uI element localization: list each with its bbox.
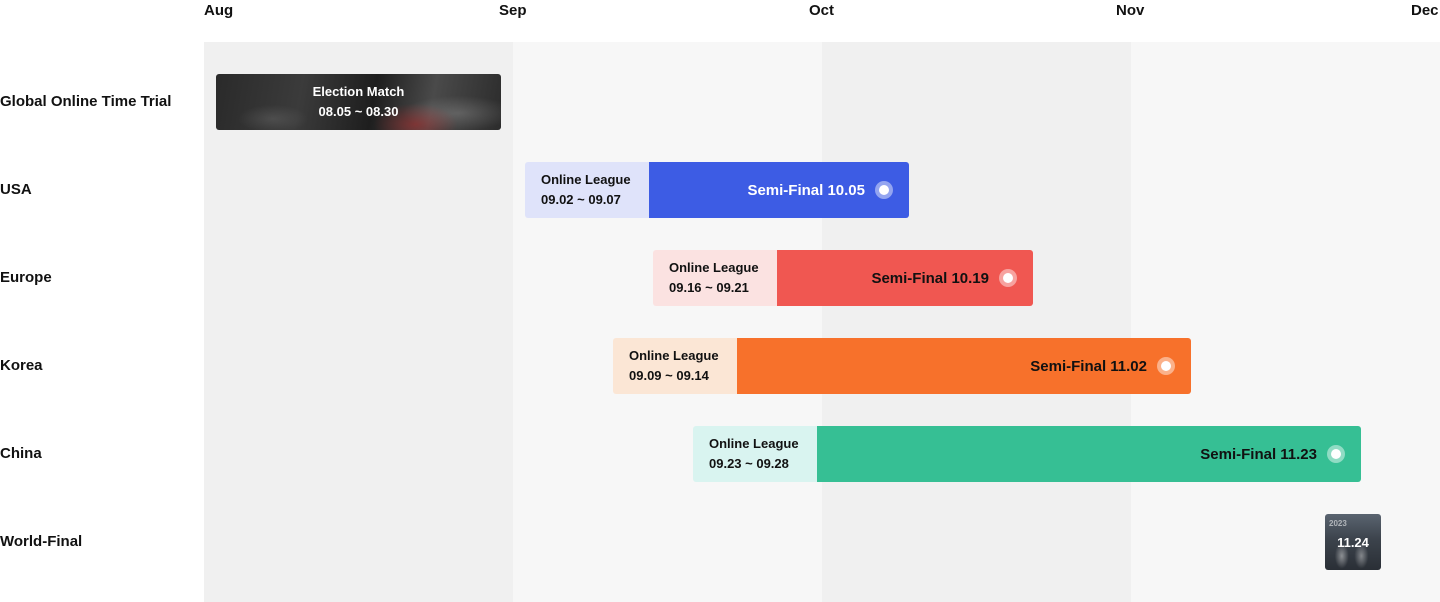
month-label-oct: Oct	[809, 2, 835, 19]
usa-semi-final[interactable]: Semi-Final 10.05	[649, 162, 909, 218]
korea-league-title: Online League	[629, 348, 719, 363]
china-league-title: Online League	[709, 436, 799, 451]
korea-league-dates: 09.09 ~ 09.14	[629, 368, 709, 383]
row-label-china: China	[0, 445, 42, 462]
month-column-sep	[513, 42, 822, 602]
usa-league-title: Online League	[541, 172, 631, 187]
europe-semi-final-dot-icon	[999, 269, 1017, 287]
usa-semi-final-dot-icon	[875, 181, 893, 199]
china-online-league[interactable]: Online League 09.23 ~ 09.28	[693, 426, 817, 482]
world-final-tile[interactable]: 2023 11.24	[1325, 514, 1381, 570]
election-match-title: Election Match	[312, 84, 405, 99]
china-schedule-bar[interactable]: Online League 09.23 ~ 09.28 Semi-Final 1…	[693, 426, 1361, 482]
korea-semi-final-dot-icon	[1157, 357, 1175, 375]
row-label-europe: Europe	[0, 269, 52, 286]
europe-semi-final-label: Semi-Final 10.19	[871, 269, 989, 287]
schedule-timeline: Aug Sep Oct Nov Dec Global Online Time T…	[0, 0, 1440, 602]
europe-league-title: Online League	[669, 260, 759, 275]
usa-semi-final-label: Semi-Final 10.05	[747, 181, 865, 199]
europe-schedule-bar[interactable]: Online League 09.16 ~ 09.21 Semi-Final 1…	[653, 250, 1033, 306]
korea-semi-final[interactable]: Semi-Final 11.02	[737, 338, 1191, 394]
korea-semi-final-label: Semi-Final 11.02	[1030, 357, 1147, 375]
month-column-oct	[822, 42, 1131, 602]
europe-online-league[interactable]: Online League 09.16 ~ 09.21	[653, 250, 777, 306]
china-league-dates: 09.23 ~ 09.28	[709, 456, 789, 471]
usa-schedule-bar[interactable]: Online League 09.02 ~ 09.07 Semi-Final 1…	[525, 162, 909, 218]
row-label-usa: USA	[0, 181, 32, 198]
usa-online-league[interactable]: Online League 09.02 ~ 09.07	[525, 162, 649, 218]
month-label-dec: Dec	[1411, 2, 1439, 19]
world-final-date: 11.24	[1337, 534, 1369, 550]
month-label-aug: Aug	[204, 2, 234, 19]
row-label-global-online-time-trial: Global Online Time Trial	[0, 93, 172, 110]
month-column-nov	[1131, 42, 1440, 602]
election-match-block[interactable]: Election Match 08.05 ~ 08.30	[216, 74, 501, 130]
china-semi-final[interactable]: Semi-Final 11.23	[817, 426, 1361, 482]
row-label-world-final: World-Final	[0, 533, 83, 550]
election-match-dates: 08.05 ~ 08.30	[318, 104, 399, 119]
europe-semi-final[interactable]: Semi-Final 10.19	[777, 250, 1033, 306]
korea-schedule-bar[interactable]: Online League 09.09 ~ 09.14 Semi-Final 1…	[613, 338, 1191, 394]
china-semi-final-label: Semi-Final 11.23	[1200, 445, 1317, 463]
china-semi-final-dot-icon	[1327, 445, 1345, 463]
usa-league-dates: 09.02 ~ 09.07	[541, 192, 621, 207]
month-label-sep: Sep	[499, 2, 527, 19]
korea-online-league[interactable]: Online League 09.09 ~ 09.14	[613, 338, 737, 394]
row-label-korea: Korea	[0, 357, 43, 374]
month-label-nov: Nov	[1116, 2, 1145, 19]
europe-league-dates: 09.16 ~ 09.21	[669, 280, 749, 295]
election-match-text: Election Match 08.05 ~ 08.30	[216, 74, 501, 130]
